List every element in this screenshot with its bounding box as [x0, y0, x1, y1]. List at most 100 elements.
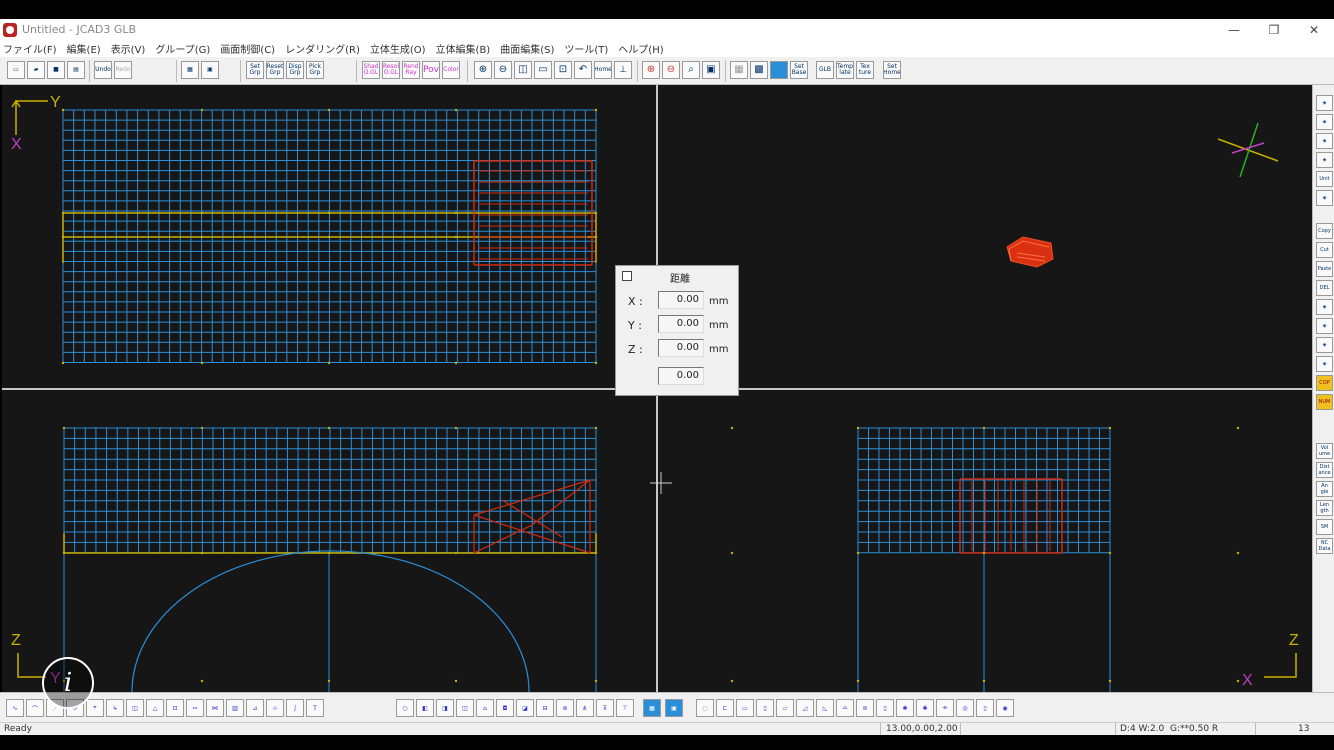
bottom-tool-button-44[interactable]: ◎ [956, 699, 974, 717]
right-tool-button-12[interactable]: ◈ [1316, 318, 1333, 334]
right-tool-button-8[interactable]: Cut [1316, 242, 1333, 258]
bottom-tool-button-37[interactable]: ◺ [816, 699, 834, 717]
right-tool-button-10[interactable]: DEL [1316, 280, 1333, 296]
resol-ogl-button[interactable]: Resol O.GL [382, 61, 400, 79]
info-icon[interactable]: i [42, 657, 94, 709]
rotate-view-icon[interactable]: ↶ [574, 61, 592, 79]
bottom-tool-button-45[interactable]: ▯ [976, 699, 994, 717]
bottom-tool-button-35[interactable]: ▱ [776, 699, 794, 717]
right-tool-button-16[interactable]: NUM [1316, 394, 1333, 410]
bottom-tool-button-43[interactable]: ⌯ [936, 699, 954, 717]
bottom-tool-button-1[interactable]: ∿ [6, 699, 24, 717]
bottom-tool-button-14[interactable]: ⊹ [266, 699, 284, 717]
grid-lines-icon[interactable]: ▦ [730, 61, 748, 79]
right-tool-button-11[interactable]: ◈ [1316, 299, 1333, 315]
bottom-tool-button-41[interactable]: ✱ [896, 699, 914, 717]
bottom-tool-button-27[interactable]: ⊼ [596, 699, 614, 717]
bottom-tool-button-32[interactable]: ⊏ [716, 699, 734, 717]
rend-ray-button[interactable]: Rend Ray [402, 61, 420, 79]
zoom-fit-icon[interactable]: ⊡ [554, 61, 572, 79]
bottom-tool-button-21[interactable]: ⌂ [476, 699, 494, 717]
right-tool-button-20[interactable]: Len gth [1316, 500, 1333, 516]
bottom-tool-button-29[interactable]: ▦ [643, 699, 661, 717]
bottom-tool-button-16[interactable]: T [306, 699, 324, 717]
menu-edit[interactable]: 編集(E) [67, 41, 101, 56]
zoom-in-icon[interactable]: ⊕ [474, 61, 492, 79]
bottom-tool-button-31[interactable]: ◌ [696, 699, 714, 717]
right-tool-button-6[interactable]: ◈ [1316, 190, 1333, 206]
right-tool-button-9[interactable]: Paste [1316, 261, 1333, 277]
grid-dots-icon[interactable]: ▩ [750, 61, 768, 79]
bottom-tool-button-23[interactable]: ◪ [516, 699, 534, 717]
menu-help[interactable]: ヘルプ(H) [618, 41, 663, 56]
right-tool-button-22[interactable]: NC Data [1316, 538, 1333, 554]
bottom-tool-button-6[interactable]: ↳ [106, 699, 124, 717]
zoom-out-red-icon[interactable]: ⊖ [662, 61, 680, 79]
redo-button[interactable]: Redo [114, 61, 132, 79]
bottom-tool-button-10[interactable]: ∾ [186, 699, 204, 717]
bottom-tool-button-22[interactable]: ◘ [496, 699, 514, 717]
bottom-tool-button-15[interactable]: ∫ [286, 699, 304, 717]
print-icon[interactable]: ▤ [67, 61, 85, 79]
reset-grp-button[interactable]: Reset Grp [266, 61, 284, 79]
bottom-tool-button-42[interactable]: ✱ [916, 699, 934, 717]
home-button[interactable]: Home [594, 61, 612, 79]
shad-ogl-button[interactable]: Shad O.GL [362, 61, 380, 79]
view-axis-icon[interactable]: ⊥ [614, 61, 632, 79]
disp-grp-button[interactable]: Disp Grp [286, 61, 304, 79]
bottom-tool-button-24[interactable]: ⊟ [536, 699, 554, 717]
x-distance-field[interactable]: 0.00 [658, 291, 704, 309]
right-tool-button-2[interactable]: ◈ [1316, 114, 1333, 130]
menu-surface-edit[interactable]: 曲面編集(S) [500, 41, 554, 56]
menu-solid-create[interactable]: 立体生成(O) [370, 41, 426, 56]
right-tool-button-13[interactable]: ◈ [1316, 337, 1333, 353]
zoom-window-icon[interactable]: ◫ [514, 61, 532, 79]
bottom-tool-button-40[interactable]: ▯ [876, 699, 894, 717]
zoom-frame-icon[interactable]: ▣ [702, 61, 720, 79]
right-tool-button-17[interactable]: Vol ume [1316, 443, 1333, 459]
distance-checkbox[interactable] [622, 271, 632, 281]
bottom-tool-button-39[interactable]: ⊜ [856, 699, 874, 717]
template-button[interactable]: Temp late [836, 61, 854, 79]
bottom-tool-button-13[interactable]: ⊿ [246, 699, 264, 717]
bottom-tool-button-30[interactable]: ▣ [665, 699, 683, 717]
bottom-tool-button-8[interactable]: △ [146, 699, 164, 717]
bottom-tool-button-46[interactable]: ◉ [996, 699, 1014, 717]
menu-rendering[interactable]: レンダリング(R) [285, 41, 360, 56]
set-base-button[interactable]: Set Base [790, 61, 808, 79]
undo-button[interactable]: Undo [94, 61, 112, 79]
save-icon[interactable]: ■ [47, 61, 65, 79]
zoom-all-icon[interactable]: ▭ [534, 61, 552, 79]
right-tool-button-18[interactable]: Dist ance [1316, 462, 1333, 478]
menu-screen-control[interactable]: 画面制御(C) [220, 41, 275, 56]
set-home-button[interactable]: Set Home [883, 61, 901, 79]
right-tool-button-19[interactable]: An gle [1316, 481, 1333, 497]
y-distance-field[interactable]: 0.00 [658, 315, 704, 333]
bottom-tool-button-19[interactable]: ◨ [436, 699, 454, 717]
right-tool-button-15[interactable]: COP [1316, 375, 1333, 391]
pick-grp-button[interactable]: Pick Grp [306, 61, 324, 79]
bottom-tool-button-20[interactable]: ◫ [456, 699, 474, 717]
bottom-tool-button-36[interactable]: ◿ [796, 699, 814, 717]
restore-button[interactable]: ❐ [1254, 19, 1294, 40]
minimize-button[interactable]: — [1214, 19, 1254, 40]
open-folder-icon[interactable]: ▰ [27, 61, 45, 79]
bottom-tool-button-38[interactable]: ⌓ [836, 699, 854, 717]
bottom-tool-button-17[interactable]: ○ [396, 699, 414, 717]
color-button[interactable]: Color [442, 61, 460, 79]
pov-button[interactable]: Pov [422, 61, 440, 79]
total-distance-field[interactable]: 0.00 [658, 367, 704, 385]
bottom-tool-button-34[interactable]: ▯ [756, 699, 774, 717]
bottom-tool-button-25[interactable]: ⊛ [556, 699, 574, 717]
window-layout-icon[interactable]: ▦ [181, 61, 199, 79]
right-tool-button-4[interactable]: ◈ [1316, 152, 1333, 168]
new-file-icon[interactable]: ▭ [7, 61, 25, 79]
menu-group[interactable]: グループ(G) [155, 41, 210, 56]
menu-solid-edit[interactable]: 立体編集(B) [436, 41, 491, 56]
menu-file[interactable]: ファイル(F) [3, 41, 57, 56]
close-button[interactable]: ✕ [1294, 19, 1334, 40]
window-split-icon[interactable]: ▣ [201, 61, 219, 79]
menu-view[interactable]: 表示(V) [111, 41, 146, 56]
right-tool-button-21[interactable]: SM [1316, 519, 1333, 535]
zoom-out-icon[interactable]: ⊖ [494, 61, 512, 79]
